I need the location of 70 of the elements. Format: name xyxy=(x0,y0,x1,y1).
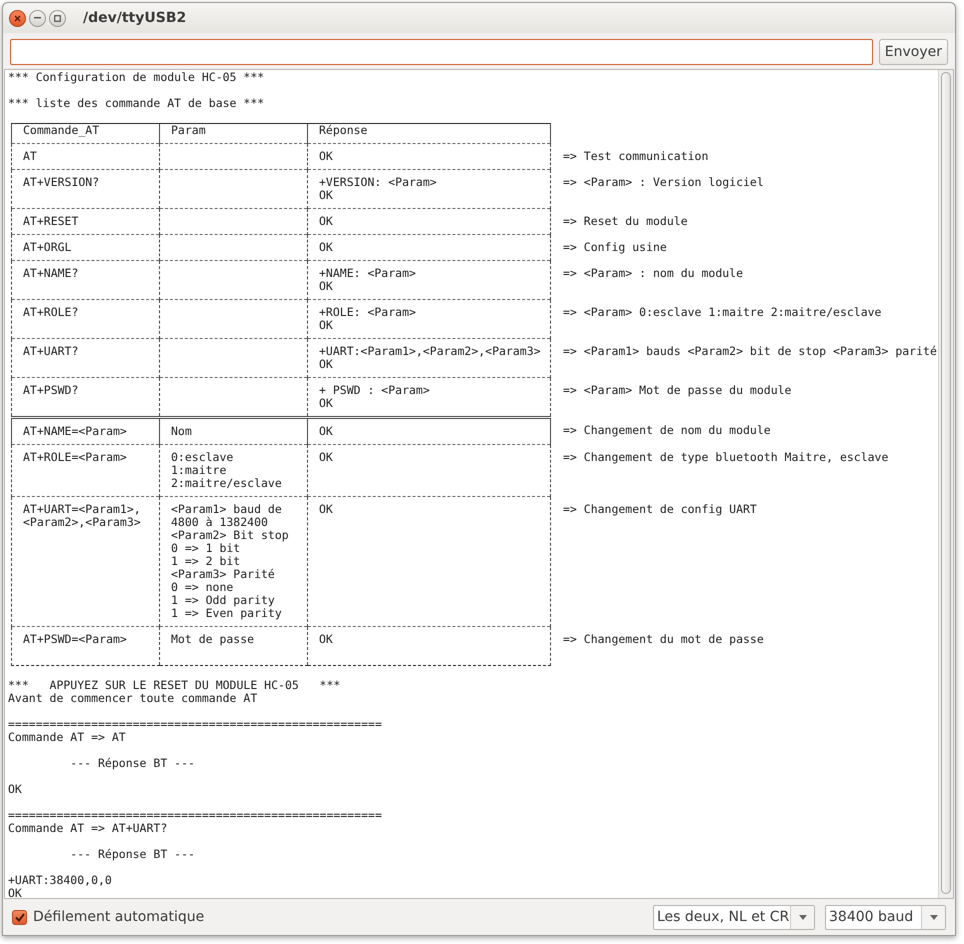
dropdown-arrow-icon xyxy=(798,914,806,920)
output-line: --- Réponse BT --- xyxy=(69,848,196,861)
scrollbar-thumb[interactable] xyxy=(941,72,951,894)
table-cell-text: AT+NAME=<Param> xyxy=(23,425,128,438)
table-cell-text: OK xyxy=(319,451,334,464)
table-cell-text: OK xyxy=(319,503,334,516)
table-cell-text: OK xyxy=(319,633,334,646)
column-header: Réponse xyxy=(319,124,368,137)
dropdown-arrow-icon xyxy=(930,914,938,920)
table-cell-text: AT+UART? xyxy=(23,345,80,358)
output-line: *** liste des commande AT de base *** xyxy=(8,97,266,110)
autoscroll-checkbox[interactable] xyxy=(12,910,27,924)
close-button[interactable] xyxy=(9,10,26,26)
table-cell-text: OK xyxy=(319,425,334,438)
maximize-button[interactable] xyxy=(49,10,66,26)
minimize-icon xyxy=(34,17,41,19)
command-note: => Changement de type bluetooth Maitre, esclave xyxy=(563,450,890,464)
table-cell-text: <Param1> baud de 4800 à 1382400 <Param2> Bit stop 0 => 1 bit 1 => 2 bit <Param3> Parité 0 => none 1 => Odd parity 1 => Even parity xyxy=(171,503,290,620)
command-note: => <Param> : Version logiciel xyxy=(563,176,765,188)
line-ending-dropdown[interactable]: Les deux, NL et CR xyxy=(653,904,815,930)
maximize-icon xyxy=(54,14,61,22)
table-cell-text: + PSWD : <Param> OK xyxy=(319,384,431,410)
table-cell-text: +ROLE: <Param> OK xyxy=(319,306,417,332)
command-note: => <Param> : nom du module xyxy=(563,266,744,280)
autoscroll-label: Défilement automatique xyxy=(33,908,204,926)
table-cell-text: AT+RESET xyxy=(23,215,80,228)
table-cell-text: AT+VERSION? xyxy=(23,176,100,189)
column-header: Commande_AT xyxy=(23,124,100,137)
table-cell-text: +NAME: <Param> OK xyxy=(319,267,417,293)
output-line: ====================================================== Commande AT => AT+UART? xyxy=(8,809,383,835)
table-cell-text: +UART:<Param1>,<Param2>,<Param3> OK xyxy=(319,345,542,371)
table-cell-text: AT+ROLE? xyxy=(23,306,80,319)
table-cell-text: AT+UART=<Param1>, <Param2>,<Param3> xyxy=(23,503,142,529)
command-note: => Config usine xyxy=(563,240,668,254)
output-line: --- Réponse BT --- xyxy=(69,757,196,770)
close-icon xyxy=(14,14,21,22)
minimize-button[interactable] xyxy=(29,10,46,26)
table-cell-text: AT+ROLE=<Param> xyxy=(23,451,128,464)
output-line: *** APPUYEZ SUR LE RESET DU MODULE HC-05 *** Avant de commencer toute commande AT xyxy=(8,679,342,705)
command-note: => Reset du module xyxy=(563,214,689,228)
table-cell-text: AT+PSWD=<Param> xyxy=(23,633,128,646)
command-note: => <Param> 0:esclave 1:maitre 2:maitre/esclave xyxy=(563,306,882,318)
table-cell-text: OK xyxy=(319,241,334,254)
table-cell-text: 0:esclave 1:maitre 2:maitre/esclave xyxy=(171,451,283,490)
send-button[interactable]: Envoyer xyxy=(878,39,948,65)
command-note: => Changement de nom du module xyxy=(563,424,772,436)
baud-rate-dropdown[interactable]: 38400 baud xyxy=(825,904,946,930)
column-header: Param xyxy=(171,124,207,137)
command-note: => <Param> Mot de passe du module xyxy=(563,384,792,396)
output-line: ====================================================== Commande AT => AT xyxy=(8,718,383,744)
command-note: => <Param1> bauds <Param2> bit de stop <Param3> parité xyxy=(563,344,937,358)
output-line: OK xyxy=(8,783,23,796)
scrollbar[interactable] xyxy=(938,70,953,898)
command-note: => Changement de config UART xyxy=(563,502,758,516)
send-field[interactable] xyxy=(10,39,873,65)
table-cell-text: +VERSION: <Param> OK xyxy=(319,176,438,202)
table-cell-text: AT xyxy=(23,150,38,163)
command-note: => Test communication xyxy=(563,150,710,162)
window-title: /dev/ttyUSB2 xyxy=(83,8,186,28)
table-cell-text: OK xyxy=(319,150,334,163)
command-note: => Changement du mot de passe xyxy=(563,632,765,646)
table-cell-text: OK xyxy=(319,215,334,228)
table-cell-text: Nom xyxy=(171,425,193,438)
table-cell-text: Mot de passe xyxy=(171,633,256,646)
table-cell-text: AT+ORGL xyxy=(23,241,72,254)
output-line: +UART:38400,0,0 OK xyxy=(8,874,113,898)
table-cell-text: AT+NAME? xyxy=(23,267,80,280)
table-cell-text: AT+PSWD? xyxy=(23,384,80,397)
checkmark-icon xyxy=(14,912,24,922)
output-line: *** Configuration de module HC-05 *** xyxy=(8,71,266,84)
